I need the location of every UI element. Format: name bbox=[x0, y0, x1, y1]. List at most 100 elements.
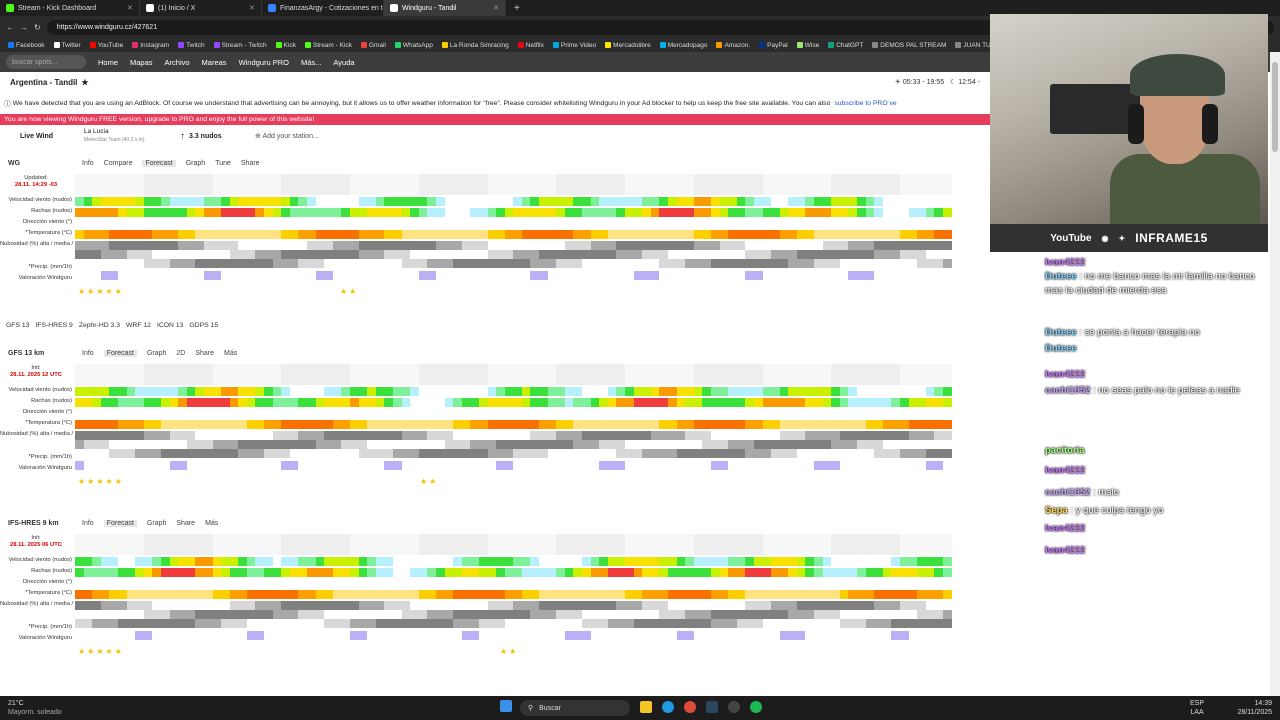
edge-icon[interactable] bbox=[662, 701, 674, 713]
nav-ayuda[interactable]: Ayuda bbox=[333, 58, 354, 67]
subscribe-link[interactable]: subscribe to PRO ve bbox=[834, 100, 896, 107]
row-label: Rachas (nudos) bbox=[31, 208, 72, 214]
bookmark-item[interactable]: DEMOS PAL STREAM bbox=[872, 42, 946, 49]
bookmark-item[interactable]: PayPal bbox=[759, 42, 788, 49]
kick-icon bbox=[6, 4, 14, 12]
station-info[interactable]: La Lucia MeteoStar Team (40.2 s.m) bbox=[70, 128, 180, 144]
nav-windguru-pro[interactable]: Windguru PRO bbox=[239, 58, 289, 67]
bookmark-icon bbox=[552, 42, 559, 48]
bookmark-item[interactable]: Mercadopago bbox=[659, 42, 707, 49]
model-forecast-button[interactable]: Forecast bbox=[103, 519, 137, 527]
model-link[interactable]: Zephr-HD 3.3 bbox=[79, 322, 120, 329]
model-graph-button[interactable]: Graph bbox=[186, 160, 205, 167]
page-scrollbar[interactable] bbox=[1270, 52, 1280, 696]
forecast-data-row bbox=[75, 420, 952, 429]
file-explorer-icon[interactable] bbox=[640, 701, 652, 713]
row-label: *Temperatura (°C) bbox=[25, 230, 72, 236]
model-tune-button[interactable]: Tune bbox=[215, 160, 231, 167]
model-2d-button[interactable]: 2D bbox=[176, 350, 185, 357]
bookmark-label: Stream - Kick bbox=[312, 41, 352, 49]
bookmark-item[interactable]: Netflix bbox=[517, 42, 544, 49]
bookmark-item[interactable]: Stream - Twitch bbox=[213, 42, 267, 49]
model-link[interactable]: ICON 13 bbox=[157, 322, 183, 329]
bookmark-item[interactable]: Stream - Kick bbox=[304, 41, 352, 49]
close-icon[interactable]: ✕ bbox=[249, 4, 255, 12]
bookmark-item[interactable]: Prime Video bbox=[552, 42, 596, 49]
nav-home[interactable]: Home bbox=[98, 58, 118, 67]
browser-tab[interactable]: Stream - Kick Dashboard ✕ bbox=[0, 0, 140, 16]
row-label: *Precip. (mm/1h) bbox=[28, 624, 73, 630]
bookmark-item[interactable]: YouTube bbox=[89, 42, 123, 49]
forecast-data-row bbox=[75, 398, 952, 407]
back-icon[interactable]: ← bbox=[6, 23, 14, 32]
model-más-button[interactable]: Más bbox=[224, 350, 237, 357]
model-más-button[interactable]: Más bbox=[205, 520, 218, 527]
chrome-icon[interactable] bbox=[684, 701, 696, 713]
bookmark-item[interactable]: Twitch bbox=[178, 42, 205, 49]
chat-message: Duteee : no me banco mas la mi familia n… bbox=[1045, 271, 1255, 296]
model-graph-button[interactable]: Graph bbox=[147, 520, 166, 527]
bookmark-item[interactable]: Kick bbox=[275, 42, 296, 49]
bookmark-item[interactable]: WhatsApp bbox=[394, 42, 433, 49]
bookmark-item[interactable]: Instagram bbox=[132, 42, 169, 49]
forward-icon[interactable]: → bbox=[20, 23, 28, 32]
model-info-button[interactable]: Info bbox=[82, 160, 94, 167]
model-info-button[interactable]: Info bbox=[82, 520, 94, 527]
row-label: Velocidad viento (nudos) bbox=[8, 557, 73, 563]
favorite-star-icon[interactable]: ★ bbox=[81, 78, 88, 87]
bookmark-item[interactable]: Mercadolibre bbox=[605, 42, 651, 49]
close-icon[interactable]: ✕ bbox=[127, 4, 133, 12]
browser-tab[interactable]: FinanzasArgy - Cotizaciones en ti✕ bbox=[262, 0, 384, 16]
free-version-banner[interactable]: You are now viewing Windguru FREE versio… bbox=[0, 114, 990, 125]
model-forecast-button[interactable]: Forecast bbox=[103, 349, 137, 357]
bookmark-item[interactable]: Gmail bbox=[360, 41, 386, 49]
add-station-button[interactable]: ⊕ Add your station... bbox=[255, 132, 319, 140]
model-link[interactable]: IFS-HRES 9 bbox=[35, 322, 72, 329]
nav-mareas[interactable]: Mareas bbox=[202, 58, 227, 67]
scrollbar-thumb[interactable] bbox=[1272, 62, 1278, 152]
model-link[interactable]: GFS 13 bbox=[6, 322, 29, 329]
reload-icon[interactable]: ↻ bbox=[34, 23, 41, 32]
clock[interactable]: 14:39 28/11/2025 bbox=[1226, 699, 1272, 717]
nav-archivo[interactable]: Archivo bbox=[165, 58, 190, 67]
spotify-icon[interactable] bbox=[750, 701, 762, 713]
model-info-button[interactable]: Info bbox=[82, 350, 94, 357]
nav-mapas[interactable]: Mapas bbox=[130, 58, 153, 67]
row-label: Velocidad viento (nudos) bbox=[8, 197, 73, 203]
bookmark-item[interactable]: La Ronda Simracing bbox=[441, 42, 509, 49]
model-link[interactable]: WRF 12 bbox=[126, 322, 151, 329]
obs-icon[interactable] bbox=[728, 701, 740, 713]
bookmark-label: Gmail bbox=[368, 41, 386, 49]
model-share-button[interactable]: Share bbox=[176, 520, 195, 527]
steam-icon[interactable] bbox=[706, 701, 718, 713]
model-forecast-button[interactable]: Forecast bbox=[142, 159, 176, 167]
tab-label: Windguru - Tandil bbox=[402, 4, 457, 12]
bookmark-item[interactable]: Wise bbox=[796, 42, 819, 49]
row-label: Nubosidad (%) alta / media / baja bbox=[0, 431, 86, 437]
model-share-button[interactable]: Share bbox=[195, 350, 214, 357]
browser-tab[interactable]: (1) Inicio / X ✕ bbox=[140, 0, 262, 16]
bookmark-item[interactable]: Amazon. bbox=[716, 42, 750, 49]
bookmark-icon bbox=[828, 42, 835, 48]
browser-tab[interactable]: Windguru - Tandil ✕ bbox=[384, 0, 506, 16]
chat-message: Sepa : y que culpa tengo yo bbox=[1045, 505, 1164, 516]
spot-search-input[interactable]: buscar spots... bbox=[6, 55, 86, 69]
live-wind-label: Live Wind bbox=[20, 132, 53, 140]
model-compare-button[interactable]: Compare bbox=[104, 160, 133, 167]
language-indicator[interactable]: ESP LAA bbox=[1190, 699, 1204, 717]
close-icon[interactable]: ✕ bbox=[493, 4, 499, 12]
bookmark-item[interactable]: Facebook bbox=[8, 42, 45, 49]
bookmark-item[interactable]: Twitter bbox=[53, 42, 81, 49]
model-share-button[interactable]: Share bbox=[241, 160, 260, 167]
bookmark-icon bbox=[394, 42, 401, 48]
start-icon[interactable] bbox=[500, 700, 512, 712]
social-overlay: YouTube ◉ ✦ INFRAME15 bbox=[990, 224, 1268, 252]
bookmark-item[interactable]: ChatGPT bbox=[828, 42, 863, 49]
taskbar-search[interactable]: ⚲ Buscar bbox=[520, 700, 630, 716]
weather-widget[interactable]: 21°C Mayorm. soleado bbox=[8, 699, 62, 717]
model-link[interactable]: GDPS 15 bbox=[189, 322, 218, 329]
new-tab-button[interactable]: + bbox=[506, 3, 528, 14]
nav-mas[interactable]: Más... bbox=[301, 58, 321, 67]
rating-stars: ★★★★★ bbox=[78, 287, 124, 296]
model-graph-button[interactable]: Graph bbox=[147, 350, 166, 357]
